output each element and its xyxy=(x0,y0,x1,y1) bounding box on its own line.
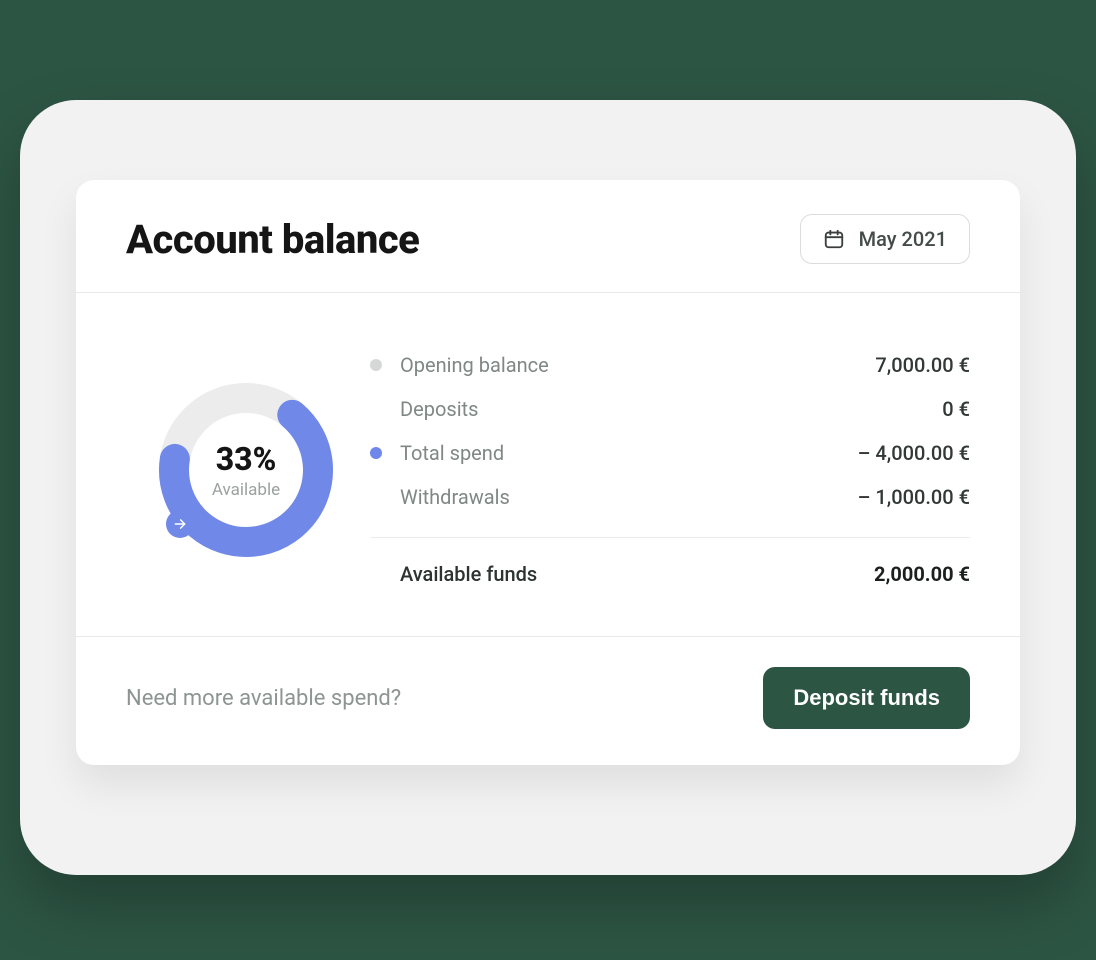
total-value: 2,000.00 € xyxy=(874,562,970,586)
card-footer: Need more available spend? Deposit funds xyxy=(76,636,1020,765)
deposit-funds-button[interactable]: Deposit funds xyxy=(763,667,970,729)
legend-dot-opening xyxy=(370,359,382,371)
card-body: 33% Available Opening balance xyxy=(76,293,1020,636)
outer-panel: Account balance May 2021 xyxy=(20,100,1076,875)
row-total-spend: Total spend – 4,000.00 € xyxy=(370,431,970,475)
row-value: 7,000.00 € xyxy=(875,353,970,377)
row-opening-balance: Opening balance 7,000.00 € xyxy=(370,343,970,387)
legend-dot-spend xyxy=(370,447,382,459)
row-label: Total spend xyxy=(400,441,504,465)
total-label: Available funds xyxy=(400,562,537,586)
footer-prompt: Need more available spend? xyxy=(126,686,401,711)
row-value: 0 € xyxy=(942,397,970,421)
page-title: Account balance xyxy=(126,216,419,263)
card-header: Account balance May 2021 xyxy=(76,180,1020,293)
row-withdrawals: Withdrawals – 1,000.00 € xyxy=(370,475,970,519)
balance-rows: Opening balance 7,000.00 € Deposits 0 € … xyxy=(370,343,970,596)
availability-gauge: 33% Available xyxy=(156,380,336,560)
gauge-container: 33% Available xyxy=(126,343,366,596)
date-picker[interactable]: May 2021 xyxy=(800,214,970,264)
row-label: Withdrawals xyxy=(400,485,510,509)
row-available-funds: Available funds 2,000.00 € xyxy=(370,552,970,596)
row-deposits: Deposits 0 € xyxy=(370,387,970,431)
date-label: May 2021 xyxy=(859,227,947,251)
arrow-right-icon xyxy=(166,510,194,538)
row-value: – 1,000.00 € xyxy=(858,485,970,509)
calendar-icon xyxy=(823,228,845,250)
gauge-percent: 33% xyxy=(216,440,277,478)
row-value: – 4,000.00 € xyxy=(858,441,970,465)
row-label: Opening balance xyxy=(400,353,549,377)
rows-divider xyxy=(370,537,970,538)
row-label: Deposits xyxy=(400,397,478,421)
account-balance-card: Account balance May 2021 xyxy=(76,180,1020,765)
gauge-sublabel: Available xyxy=(212,480,280,500)
